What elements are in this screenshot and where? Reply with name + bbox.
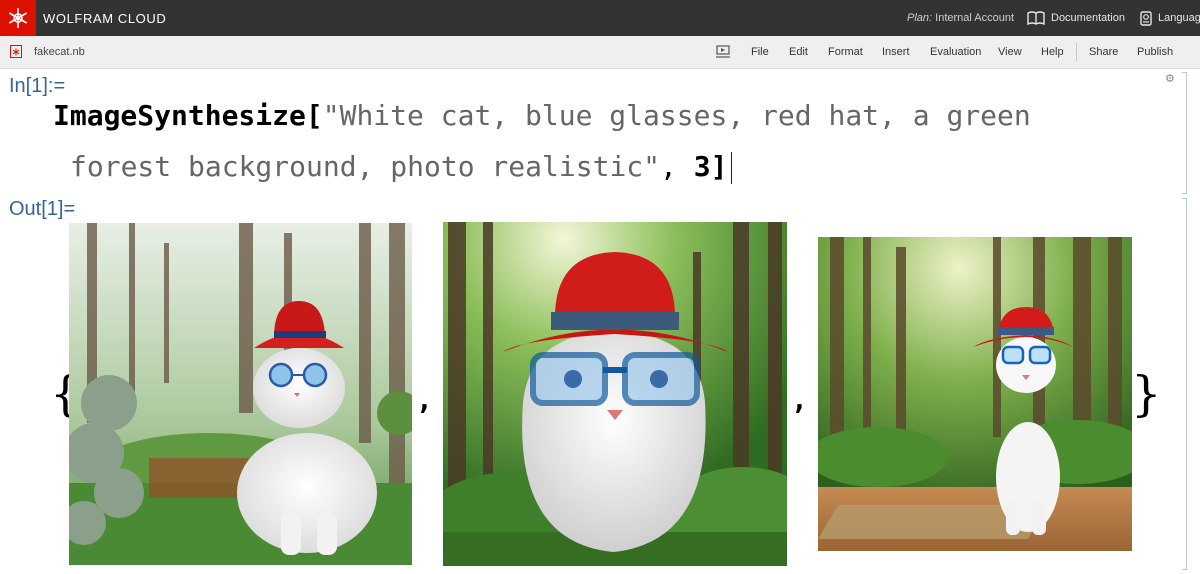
menu-edit[interactable]: Edit xyxy=(789,46,808,58)
input-code-line-2[interactable]: forest background, photo realistic", 3] xyxy=(70,150,733,184)
top-bar: WOLFRAM CLOUD Plan: Internal Account Doc… xyxy=(0,0,1200,36)
argument-separator: , xyxy=(660,150,694,183)
menu-evaluation[interactable]: Evaluation xyxy=(930,46,981,58)
input-code-line-1[interactable]: ImageSynthesize["White cat, blue glasses… xyxy=(53,99,1031,132)
prompt-string-line-2: forest background, photo realistic" xyxy=(70,150,661,183)
text-caret xyxy=(731,152,733,184)
input-cell-bracket[interactable] xyxy=(1182,72,1187,194)
cell-options-gear-icon[interactable]: ⚙ xyxy=(1165,72,1175,85)
count-argument: 3 xyxy=(693,150,711,183)
file-name: fakecat.nb xyxy=(34,45,85,58)
synthesized-image-1[interactable] xyxy=(69,223,412,565)
file-tab[interactable]: fakecat.nb xyxy=(10,45,85,58)
input-label: In[1]:= xyxy=(9,75,66,97)
plan-info[interactable]: Plan: Internal Account xyxy=(907,12,1014,24)
wolfram-logo-icon[interactable] xyxy=(0,0,36,36)
documentation-label: Documentation xyxy=(1051,12,1125,24)
output-cell-bracket[interactable] xyxy=(1182,198,1187,570)
menu-file[interactable]: File xyxy=(751,46,769,58)
function-name: ImageSynthesize xyxy=(53,99,306,132)
close-bracket: ] xyxy=(710,150,728,183)
language-link[interactable]: Language xyxy=(1140,9,1200,27)
book-icon xyxy=(1027,11,1045,25)
menu-insert[interactable]: Insert xyxy=(882,46,910,58)
language-label: Language xyxy=(1158,12,1200,24)
publish-button[interactable]: Publish xyxy=(1137,46,1173,58)
synthesized-image-3[interactable] xyxy=(818,237,1132,551)
brand-title[interactable]: WOLFRAM CLOUD xyxy=(43,11,166,26)
documentation-link[interactable]: Documentation xyxy=(1027,9,1125,27)
menu-format[interactable]: Format xyxy=(828,46,863,58)
toolbar-divider xyxy=(1076,43,1077,61)
output-label: Out[1]= xyxy=(9,198,76,220)
share-button[interactable]: Share xyxy=(1089,46,1118,58)
language-icon xyxy=(1140,10,1152,26)
presenter-icon[interactable] xyxy=(715,45,731,62)
list-comma-1: , xyxy=(416,383,433,416)
plan-value: Internal Account xyxy=(935,12,1015,24)
notebook-file-icon xyxy=(10,45,22,58)
open-bracket: [ xyxy=(305,99,323,132)
menu-view[interactable]: View xyxy=(998,46,1022,58)
notebook-toolbar: fakecat.nb File Edit Format Insert Evalu… xyxy=(0,36,1200,69)
synthesized-image-2[interactable] xyxy=(443,222,787,566)
prompt-string-line-1: "White cat, blue glasses, red hat, a gre… xyxy=(322,99,1031,132)
list-close-brace: } xyxy=(1131,366,1162,422)
list-comma-2: , xyxy=(791,383,808,416)
plan-label: Plan: xyxy=(907,12,933,24)
menu-help[interactable]: Help xyxy=(1041,46,1064,58)
